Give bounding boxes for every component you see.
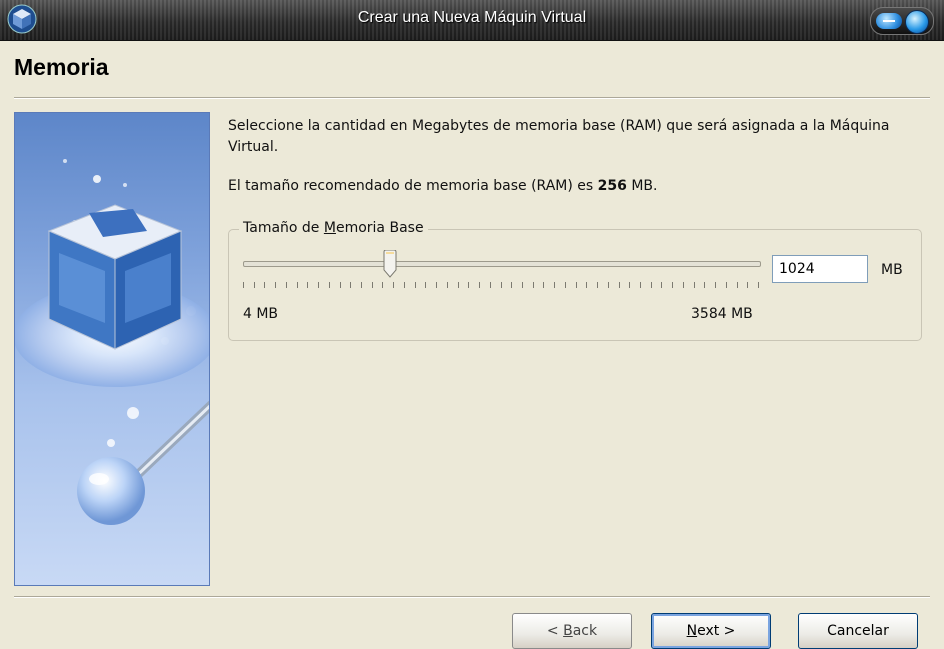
slider-tick bbox=[447, 282, 448, 288]
base-memory-legend: Tamaño de Memoria Base bbox=[239, 220, 428, 236]
recommended-memory-value: 256 bbox=[597, 178, 627, 194]
slider-tick bbox=[264, 282, 265, 288]
back-button-prefix: < bbox=[546, 623, 564, 639]
next-button-rest: ext > bbox=[697, 623, 736, 639]
slider-tick bbox=[404, 282, 405, 288]
slider-tick bbox=[350, 282, 351, 288]
slider-tick bbox=[629, 282, 630, 288]
slider-tick bbox=[297, 282, 298, 288]
page-title: Memoria bbox=[14, 54, 109, 80]
slider-tick bbox=[490, 282, 491, 288]
footer-divider bbox=[14, 596, 930, 598]
slider-tick bbox=[694, 282, 695, 288]
back-button[interactable]: < Back bbox=[512, 613, 632, 649]
memory-slider-track[interactable] bbox=[243, 261, 761, 267]
slider-tick bbox=[661, 282, 662, 288]
slider-tick bbox=[393, 282, 394, 288]
slider-tick bbox=[318, 282, 319, 288]
close-button[interactable] bbox=[905, 10, 929, 34]
slider-tick bbox=[468, 282, 469, 288]
slider-tick bbox=[436, 282, 437, 288]
memory-slider-thumb[interactable] bbox=[383, 250, 397, 278]
slider-tick bbox=[597, 282, 598, 288]
slider-tick bbox=[307, 282, 308, 288]
slider-tick bbox=[704, 282, 705, 288]
window-titlebar[interactable]: Crear una Nueva Máquin Virtual bbox=[0, 0, 944, 41]
back-button-mnemonic: B bbox=[563, 623, 573, 639]
slider-tick bbox=[425, 282, 426, 288]
slider-tick bbox=[543, 282, 544, 288]
slider-tick bbox=[619, 282, 620, 288]
next-button[interactable]: Next > bbox=[651, 613, 771, 649]
slider-tick bbox=[672, 282, 673, 288]
slider-tick bbox=[511, 282, 512, 288]
slider-tick bbox=[586, 282, 587, 288]
memory-unit-label: MB bbox=[881, 262, 903, 278]
slider-tick bbox=[458, 282, 459, 288]
slider-tick bbox=[329, 282, 330, 288]
slider-tick bbox=[747, 282, 748, 288]
header-divider bbox=[14, 97, 930, 99]
slider-tick bbox=[565, 282, 566, 288]
slider-tick bbox=[415, 282, 416, 288]
slider-tick bbox=[286, 282, 287, 288]
slider-max-label: 3584 MB bbox=[691, 306, 753, 322]
slider-tick bbox=[275, 282, 276, 288]
window-controls bbox=[870, 7, 934, 35]
slider-tick bbox=[737, 282, 738, 288]
memory-slider-ticks bbox=[243, 282, 759, 290]
slider-tick bbox=[683, 282, 684, 288]
recommended-memory-text: El tamaño recomendado de memoria base (R… bbox=[228, 178, 657, 194]
slider-tick bbox=[758, 282, 759, 288]
slider-tick bbox=[640, 282, 641, 288]
recommendation-prefix: El tamaño recomendado de memoria base (R… bbox=[228, 178, 598, 194]
slider-tick bbox=[576, 282, 577, 288]
slider-tick bbox=[608, 282, 609, 288]
legend-text-start: Tamaño de bbox=[243, 220, 324, 236]
window-title: Crear una Nueva Máquin Virtual bbox=[357, 9, 587, 26]
minimize-button[interactable] bbox=[876, 13, 902, 29]
cancel-button[interactable]: Cancelar bbox=[798, 613, 918, 649]
slider-tick bbox=[726, 282, 727, 288]
base-memory-groupbox: Tamaño de Memoria Base 4 MB 3584 MB MB bbox=[228, 220, 922, 341]
slider-tick bbox=[715, 282, 716, 288]
slider-tick bbox=[382, 282, 383, 288]
slider-tick bbox=[501, 282, 502, 288]
slider-tick bbox=[372, 282, 373, 288]
description-text: Seleccione la cantidad en Megabytes de m… bbox=[228, 118, 890, 155]
wizard-side-image bbox=[14, 112, 210, 586]
slider-tick bbox=[651, 282, 652, 288]
slider-tick bbox=[522, 282, 523, 288]
next-button-mnemonic: N bbox=[686, 623, 698, 639]
memory-size-input[interactable] bbox=[772, 255, 868, 283]
slider-min-label: 4 MB bbox=[243, 306, 279, 322]
slider-tick bbox=[361, 282, 362, 288]
legend-text-end: emoria Base bbox=[335, 220, 424, 236]
legend-mnemonic: M bbox=[323, 220, 336, 236]
slider-tick bbox=[554, 282, 555, 288]
recommendation-suffix: MB. bbox=[626, 178, 658, 194]
virtualbox-illustration-icon bbox=[15, 159, 209, 525]
slider-tick bbox=[479, 282, 480, 288]
back-button-rest: ack bbox=[572, 623, 598, 639]
slider-tick bbox=[340, 282, 341, 288]
slider-tick bbox=[533, 282, 534, 288]
slider-tick bbox=[254, 282, 255, 288]
slider-tick bbox=[243, 282, 244, 288]
